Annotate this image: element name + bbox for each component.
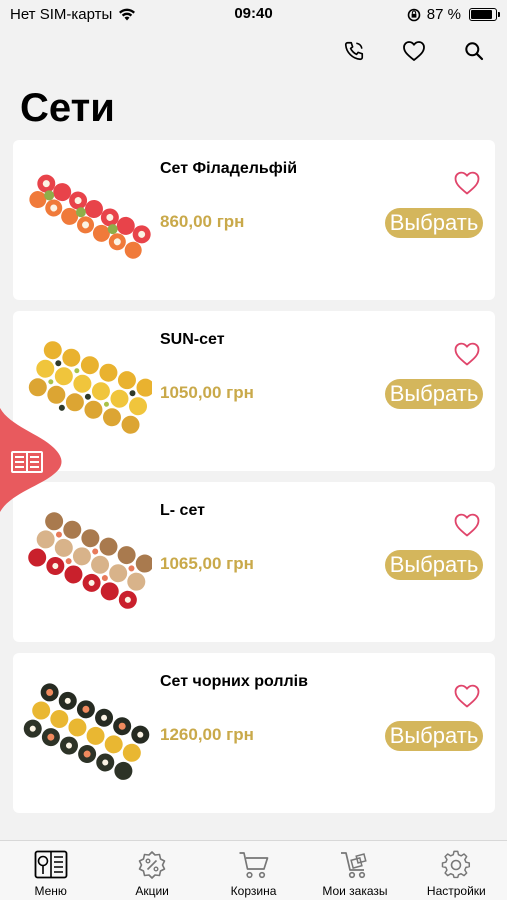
product-name: Сет чорних роллів <box>160 673 308 690</box>
phone-icon <box>344 41 364 61</box>
battery-fill <box>471 10 492 19</box>
header-actions <box>339 36 489 66</box>
product-image[interactable] <box>19 494 155 630</box>
product-name: Сет Філадельфій <box>160 160 298 177</box>
tab-settings[interactable]: Настройки <box>406 841 507 900</box>
product-price: 1065,00 грн <box>160 554 254 573</box>
bottom-tab-bar: Меню Акции Корзина Мои заказы Настройки <box>0 840 507 900</box>
status-right: 87 % <box>407 6 500 23</box>
product-card[interactable]: Сет Філадельфій 860,00 грн Выбрать <box>13 140 495 300</box>
phone-button[interactable] <box>339 36 369 66</box>
search-button[interactable] <box>459 36 489 66</box>
product-name: L- сет <box>160 502 205 519</box>
tab-my-orders[interactable]: Мои заказы <box>304 841 405 900</box>
orders-cart-icon <box>340 852 367 879</box>
tab-label: Корзина <box>230 884 277 898</box>
cart-icon <box>239 852 268 879</box>
menu-book-icon <box>34 850 68 879</box>
discount-icon <box>138 851 166 879</box>
product-price: 1050,00 грн <box>160 383 254 402</box>
sushi-set-philadelphia-image <box>29 174 151 259</box>
favorite-button[interactable] <box>453 512 481 538</box>
sushi-set-black-image <box>23 683 150 780</box>
tab-menu[interactable]: Меню <box>0 841 101 900</box>
choose-button[interactable]: Выбрать <box>385 208 483 238</box>
product-price: 1260,00 грн <box>160 725 254 744</box>
product-card[interactable]: L- сет 1065,00 грн Выбрать <box>13 482 495 642</box>
battery-percent: 87 % <box>426 6 461 23</box>
heart-outline-icon <box>454 684 480 708</box>
product-card[interactable]: SUN-сет 1050,00 грн Выбрать <box>13 311 495 471</box>
tab-label: Меню <box>34 884 67 898</box>
choose-button[interactable]: Выбрать <box>385 550 483 580</box>
heart-outline-icon <box>454 171 480 195</box>
product-image[interactable] <box>19 665 155 801</box>
status-bar: Нет SIM-карты 09:40 87 % <box>0 0 507 30</box>
tab-label: Акции <box>135 884 169 898</box>
favorite-button[interactable] <box>453 170 481 196</box>
product-list: Сет Філадельфій 860,00 грн Выбрать SUN-с… <box>13 140 495 824</box>
favorite-button[interactable] <box>453 683 481 709</box>
product-card[interactable]: Сет чорних роллів 1260,00 грн Выбрать <box>13 653 495 813</box>
sushi-set-l-image <box>28 512 152 609</box>
choose-button[interactable]: Выбрать <box>385 721 483 751</box>
heart-outline-icon <box>454 342 480 366</box>
tab-promotions[interactable]: Акции <box>101 841 202 900</box>
orientation-lock-icon <box>407 8 421 21</box>
heart-outline-icon <box>454 513 480 537</box>
page-title: Сети <box>20 86 115 130</box>
product-image[interactable] <box>19 152 155 288</box>
tab-label: Мои заказы <box>322 884 388 898</box>
product-name: SUN-сет <box>160 331 225 348</box>
choose-button[interactable]: Выбрать <box>385 379 483 409</box>
floating-tab-shape <box>0 408 62 512</box>
favorite-button[interactable] <box>453 341 481 367</box>
heart-icon <box>403 41 425 61</box>
floating-menu-tab[interactable] <box>0 408 62 512</box>
favorites-button[interactable] <box>399 36 429 66</box>
gear-icon <box>442 850 471 879</box>
tab-label: Настройки <box>426 884 486 898</box>
search-icon <box>465 42 484 61</box>
battery-icon <box>469 8 500 21</box>
product-price: 860,00 грн <box>160 212 245 231</box>
tab-cart[interactable]: Корзина <box>203 841 304 900</box>
